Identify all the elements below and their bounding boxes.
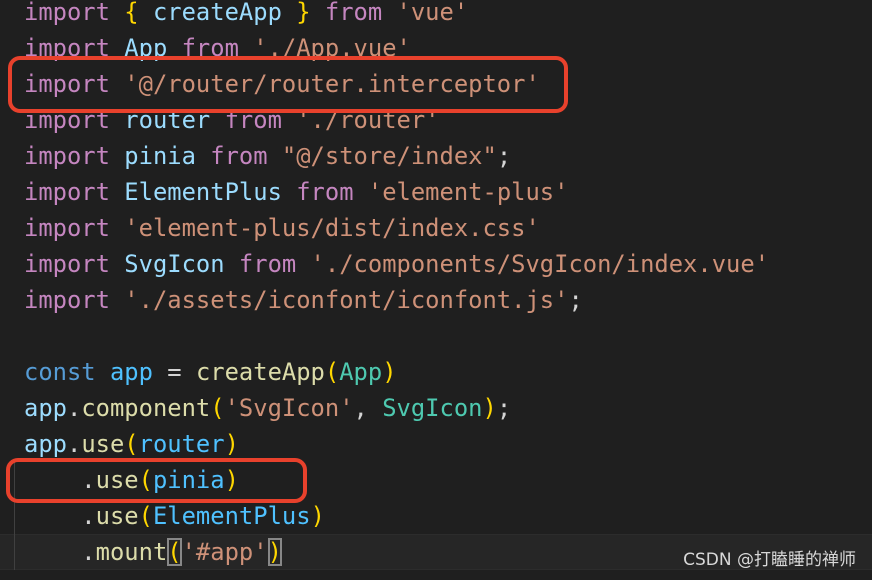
code-line[interactable]: .use(ElementPlus) <box>0 498 872 534</box>
code-token: 'SvgIcon' <box>224 394 354 422</box>
code-token: router <box>138 430 225 458</box>
code-token: ) <box>382 358 397 386</box>
code-line[interactable]: import { createApp } from 'vue' <box>0 0 872 30</box>
code-token: import <box>24 214 110 242</box>
highlight-box-router-interceptor <box>8 56 568 113</box>
code-token: ) <box>310 502 325 530</box>
code-token: ( <box>167 538 182 566</box>
code-token: './assets/iconfont/iconfont.js' <box>109 286 569 314</box>
code-token: import <box>24 250 110 278</box>
code-token: , <box>353 394 383 422</box>
code-token: from <box>296 178 354 206</box>
code-token: app <box>24 430 67 458</box>
code-token: . <box>66 394 82 422</box>
code-token: ( <box>124 430 139 458</box>
code-token: from <box>210 142 268 170</box>
code-line[interactable]: app.component('SvgIcon', SvgIcon); <box>0 390 872 426</box>
code-token: from <box>238 250 297 278</box>
code-token: mount <box>95 538 168 566</box>
code-token: 'vue' <box>396 0 469 26</box>
code-token: ; <box>568 286 583 314</box>
code-token: import <box>24 178 110 206</box>
code-token: app <box>24 394 67 422</box>
code-line[interactable]: import 'element-plus/dist/index.css' <box>0 210 872 246</box>
code-line[interactable]: const app = createApp(App) <box>0 354 872 390</box>
code-token: use <box>95 502 139 530</box>
code-line[interactable] <box>0 318 872 354</box>
code-token: . <box>66 430 82 458</box>
code-token: . <box>24 538 96 566</box>
code-token: ) <box>482 394 497 422</box>
code-token: ( <box>138 502 153 530</box>
code-token: from <box>310 0 397 26</box>
code-token: { <box>124 0 139 26</box>
code-token: import <box>24 286 110 314</box>
code-token: createApp <box>195 358 325 386</box>
code-token: 'element-plus' <box>353 178 569 206</box>
code-token: = <box>167 358 196 386</box>
watermark: CSDN @打瞌睡的禅师 <box>683 550 856 570</box>
code-token: 'element-plus/dist/index.css' <box>109 214 540 242</box>
code-token: SvgIcon <box>382 394 483 422</box>
code-token: import <box>24 142 110 170</box>
code-token: './components/SvgIcon/index.vue' <box>296 250 770 278</box>
code-line[interactable]: import ElementPlus from 'element-plus' <box>0 174 872 210</box>
code-line[interactable]: import pinia from "@/store/index"; <box>0 138 872 174</box>
code-token: ( <box>324 358 340 386</box>
code-token: ; <box>496 394 512 422</box>
code-token: . <box>24 502 96 530</box>
code-token: ElementPlus <box>152 502 311 530</box>
code-token: ; <box>496 142 512 170</box>
code-token: App <box>339 358 383 386</box>
highlight-box-use-pinia <box>6 458 307 503</box>
code-line[interactable]: import SvgIcon from './components/SvgIco… <box>0 246 872 282</box>
code-token: ElementPlus <box>109 178 297 206</box>
code-token: use <box>81 430 125 458</box>
code-token: ( <box>210 394 225 422</box>
code-token: const <box>24 358 96 386</box>
code-token: ) <box>267 538 282 566</box>
code-token: '#app' <box>181 538 268 566</box>
code-token: ) <box>224 430 239 458</box>
code-token: "@/store/index" <box>267 142 497 170</box>
code-token: import <box>24 0 110 26</box>
code-token: createApp <box>138 0 297 26</box>
code-token: } <box>296 0 311 26</box>
code-token: SvgIcon <box>109 250 239 278</box>
code-token: app <box>95 358 168 386</box>
code-line[interactable]: import './assets/iconfont/iconfont.js'; <box>0 282 872 318</box>
code-token: pinia <box>109 142 211 170</box>
code-token: component <box>81 394 211 422</box>
code-line[interactable]: app.use(router) <box>0 426 872 462</box>
